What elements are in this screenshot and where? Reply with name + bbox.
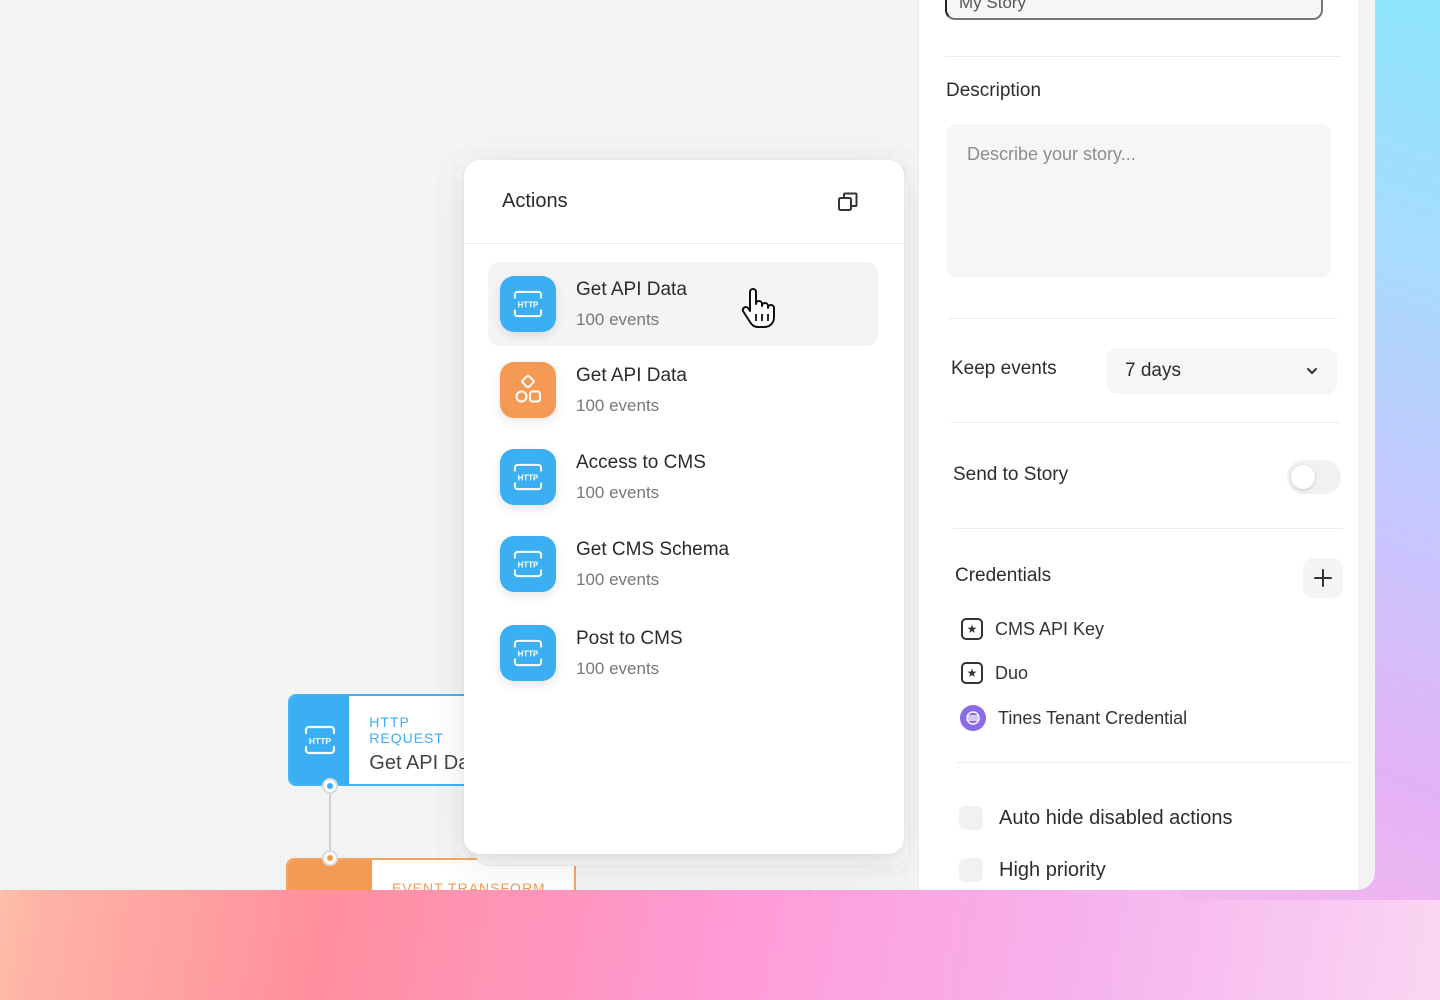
story-name-input[interactable] [945,0,1323,20]
toggle-knob [1291,465,1315,489]
http-icon: HTTP [500,276,556,332]
action-item[interactable]: HTTP Post to CMS 100 events [488,611,878,695]
tenant-icon [960,705,986,731]
keep-events-label: Keep events [951,358,1057,379]
action-item[interactable]: HTTP Get CMS Schema 100 events [488,522,878,606]
divider [951,422,1339,423]
star-icon: ★ [961,662,983,684]
keep-events-value: 7 days [1125,360,1181,381]
actions-title: Actions [502,190,568,212]
action-name: Get API Data [576,364,687,386]
copy-icon[interactable] [836,190,860,214]
send-to-story-label: Send to Story [953,464,1069,485]
http-icon: HTTP [500,536,556,592]
credential-name: Duo [995,662,1029,683]
story-settings-panel: Description Keep events 7 days Send to S… [918,0,1358,890]
action-event-count: 100 events [576,309,660,329]
http-icon: HTTP [500,449,556,505]
app-window: HTTP HTTP REQUEST Get API Data EVENT TRA… [0,0,1375,890]
actions-popover: Actions HTTP Get API Data 100 events Get… [464,160,904,854]
divider [957,762,1351,763]
http-icon: HTTP [290,696,350,784]
svg-text:HTTP: HTTP [518,301,539,310]
credential-item[interactable]: ★ CMS API Key [961,618,1104,640]
action-event-count: 100 events [576,482,660,502]
divider [953,528,1343,529]
action-item[interactable]: HTTP Get API Data 100 events [488,262,878,346]
credential-item[interactable]: Tines Tenant Credential [960,705,1187,731]
svg-text:HTTP: HTTP [518,650,539,659]
transform-shapes-icon [500,362,556,418]
http-icon: HTTP [500,625,556,681]
action-name: Get API Data [576,278,687,300]
auto-hide-label: Auto hide disabled actions [999,806,1233,829]
action-item[interactable]: HTTP Access to CMS 100 events [488,435,878,519]
keep-events-select[interactable]: 7 days [1107,348,1337,394]
divider [945,56,1341,57]
high-priority-checkbox[interactable] [959,858,983,882]
action-name: Access to CMS [576,451,706,473]
http-request-node[interactable]: HTTP HTTP REQUEST Get API Data [288,694,488,786]
high-priority-option[interactable]: High priority [959,858,1106,882]
node-output-port[interactable] [322,778,338,794]
plus-icon [1314,569,1332,587]
send-to-story-toggle[interactable] [1287,460,1341,494]
actions-popover-header: Actions [464,160,904,244]
description-field[interactable] [947,124,1331,278]
divider [949,318,1337,319]
action-event-count: 100 events [576,395,660,415]
action-event-count: 100 events [576,658,660,678]
high-priority-label: High priority [999,858,1106,881]
auto-hide-option[interactable]: Auto hide disabled actions [959,806,1233,830]
action-event-count: 100 events [576,569,660,589]
credential-name: Tines Tenant Credential [998,707,1188,728]
svg-text:HTTP: HTTP [518,474,539,483]
svg-text:HTTP: HTTP [518,561,539,570]
description-label: Description [946,80,1042,101]
action-name: Get CMS Schema [576,538,730,560]
node-connector [329,786,331,858]
node-input-port[interactable] [322,850,338,866]
svg-text:HTTP: HTTP [309,736,332,746]
add-credential-button[interactable] [1303,558,1343,598]
hand-pointer-cursor-icon [740,288,776,333]
action-name: Post to CMS [576,627,683,649]
action-item[interactable]: Get API Data 100 events [488,348,878,432]
credentials-label: Credentials [955,565,1052,586]
credential-item[interactable]: ★ Duo [961,662,1028,684]
star-icon: ★ [961,618,983,640]
credential-name: CMS API Key [995,618,1105,639]
chevron-down-icon [1307,368,1317,374]
auto-hide-checkbox[interactable] [959,806,983,830]
